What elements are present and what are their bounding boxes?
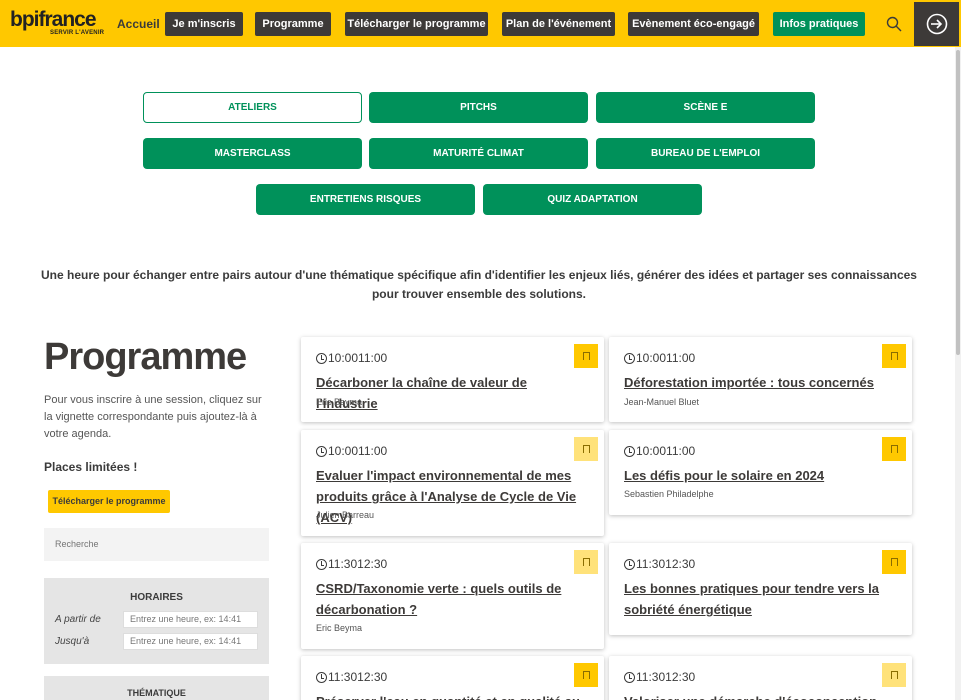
session-speaker: Eric Beyma — [316, 623, 363, 633]
bookmark-icon[interactable] — [574, 344, 598, 368]
search-input[interactable] — [44, 528, 269, 561]
bookmark-icon[interactable] — [882, 344, 906, 368]
session-time-text: 10:0011:00 — [636, 351, 696, 365]
nav-program-button[interactable]: Programme — [255, 12, 331, 36]
bookmark-icon[interactable] — [882, 437, 906, 461]
session-time-text: 11:3012:30 — [636, 557, 696, 571]
login-button[interactable] — [914, 2, 959, 46]
nav-info-button[interactable]: Infos pratiques — [773, 12, 865, 36]
bookmark-icon[interactable] — [574, 550, 598, 574]
clock-icon — [624, 352, 635, 364]
intro-text: Une heure pour échanger entre pairs auto… — [41, 268, 917, 301]
page-title: Programme — [44, 336, 247, 378]
session-title[interactable]: Préserver l'eau en quantité et en qualit… — [316, 691, 586, 700]
session-title[interactable]: CSRD/Taxonomie verte : quels outils de d… — [316, 578, 586, 620]
bookmark-icon[interactable] — [574, 437, 598, 461]
clock-icon — [316, 352, 327, 364]
clock-icon — [624, 445, 635, 457]
nav-eco-button[interactable]: Evènement éco-engagé — [628, 12, 759, 36]
session-title[interactable]: Décarboner la chaîne de valeur de l'indu… — [316, 372, 586, 414]
session-card[interactable]: 11:3012:30 Préserver l'eau en quantité e… — [301, 656, 604, 700]
session-card[interactable]: 10:0011:00 Décarboner la chaîne de valeu… — [301, 337, 604, 422]
session-time: 10:0011:00 — [624, 351, 695, 365]
session-card[interactable]: 10:0011:00 Evaluer l'impact environnemen… — [301, 430, 604, 536]
scrollbar-thumb[interactable] — [956, 50, 960, 355]
tab-maturite-climat[interactable]: Maturité climat — [369, 138, 588, 169]
session-time: 10:0011:00 — [316, 351, 387, 365]
to-label: Jusqu'à — [55, 636, 90, 647]
tab-scene-e[interactable]: Scène E — [596, 92, 815, 123]
session-title[interactable]: Les bonnes pratiques pour tendre vers la… — [624, 578, 894, 620]
session-time: 11:3012:30 — [624, 557, 695, 571]
bpifrance-logo[interactable]: bpifrance SERVIR L'AVENIR — [10, 8, 104, 36]
session-title[interactable]: Déforestation importée : tous concernés — [624, 372, 894, 393]
clock-icon — [624, 671, 635, 683]
from-label: A partir de — [55, 614, 101, 625]
session-time-text: 10:0011:00 — [636, 444, 696, 458]
bookmark-icon[interactable] — [882, 663, 906, 687]
places-limited-text: Places limitées ! — [44, 460, 138, 474]
session-card[interactable]: 11:3012:30 CSRD/Taxonomie verte : quels … — [301, 543, 604, 649]
logo-tagline: SERVIR L'AVENIR — [50, 30, 105, 36]
bookmark-icon[interactable] — [882, 550, 906, 574]
logo-text: bpifrance — [10, 8, 97, 31]
download-program-button[interactable]: Télécharger le programme — [48, 490, 170, 513]
clock-icon — [624, 558, 635, 570]
nav-map-button[interactable]: Plan de l'événement — [502, 12, 615, 36]
search-icon[interactable] — [886, 16, 902, 32]
tab-entretiens-risques[interactable]: Entretiens risques — [256, 184, 475, 215]
session-speaker: Eric Beyma — [316, 397, 363, 407]
program-description: Pour vous inscrire à une session, clique… — [44, 394, 262, 440]
session-title[interactable]: Valoriser une démarche d'écoconception a… — [624, 691, 894, 700]
session-speaker: Sebastien Philadelphe — [624, 489, 714, 499]
hours-filter-title: HORAIRES — [130, 592, 183, 603]
tab-quiz-adaptation[interactable]: Quiz adaptation — [483, 184, 702, 215]
session-card[interactable]: 11:3012:30 Valoriser une démarche d'écoc… — [609, 656, 912, 700]
session-time-text: 10:0011:00 — [328, 351, 388, 365]
tab-ateliers[interactable]: Ateliers — [143, 92, 362, 123]
nav-register-button[interactable]: Je m'inscris — [165, 12, 243, 36]
session-time-text: 11:3012:30 — [328, 670, 388, 684]
nav-download-button[interactable]: Télécharger le programme — [345, 12, 488, 36]
theme-filter-title: THÉMATIQUE — [127, 688, 186, 698]
session-card[interactable]: 11:3012:30 Les bonnes pratiques pour ten… — [609, 543, 912, 635]
tab-masterclass[interactable]: Masterclass — [143, 138, 362, 169]
session-time-text: 11:3012:30 — [636, 670, 696, 684]
session-speaker: Julien Barreau — [316, 510, 375, 520]
clock-icon — [316, 558, 327, 570]
session-card[interactable]: 10:0011:00 Déforestation importée : tous… — [609, 337, 912, 422]
from-time-input[interactable]: Entrez une heure, ex: 14:41 — [123, 611, 258, 628]
tab-pitchs[interactable]: Pitchs — [369, 92, 588, 123]
session-time-text: 11:3012:30 — [328, 557, 388, 571]
session-speaker: Jean-Manuel Bluet — [624, 397, 700, 407]
session-time: 10:0011:00 — [624, 444, 695, 458]
bookmark-icon[interactable] — [574, 663, 598, 687]
session-title[interactable]: Les défis pour le solaire en 2024 — [624, 465, 894, 486]
session-time: 10:0011:00 — [316, 444, 387, 458]
session-time-text: 10:0011:00 — [328, 444, 388, 458]
top-header: bpifrance SERVIR L'AVENIR Accueil Je m'i… — [0, 0, 961, 47]
session-time: 11:3012:30 — [316, 670, 387, 684]
nav-home-link[interactable]: Accueil — [117, 17, 160, 31]
theme-filter: THÉMATIQUE — [44, 676, 269, 700]
session-time: 11:3012:30 — [316, 557, 387, 571]
session-card[interactable]: 10:0011:00 Les défis pour le solaire en … — [609, 430, 912, 515]
clock-icon — [316, 671, 327, 683]
session-time: 11:3012:30 — [624, 670, 695, 684]
to-time-input[interactable]: Entrez une heure, ex: 14:41 — [123, 633, 258, 650]
clock-icon — [316, 445, 327, 457]
login-icon — [926, 13, 948, 35]
hours-filter: HORAIRES A partir de Entrez une heure, e… — [44, 578, 269, 664]
tab-bureau-emploi[interactable]: Bureau de l'emploi — [596, 138, 815, 169]
